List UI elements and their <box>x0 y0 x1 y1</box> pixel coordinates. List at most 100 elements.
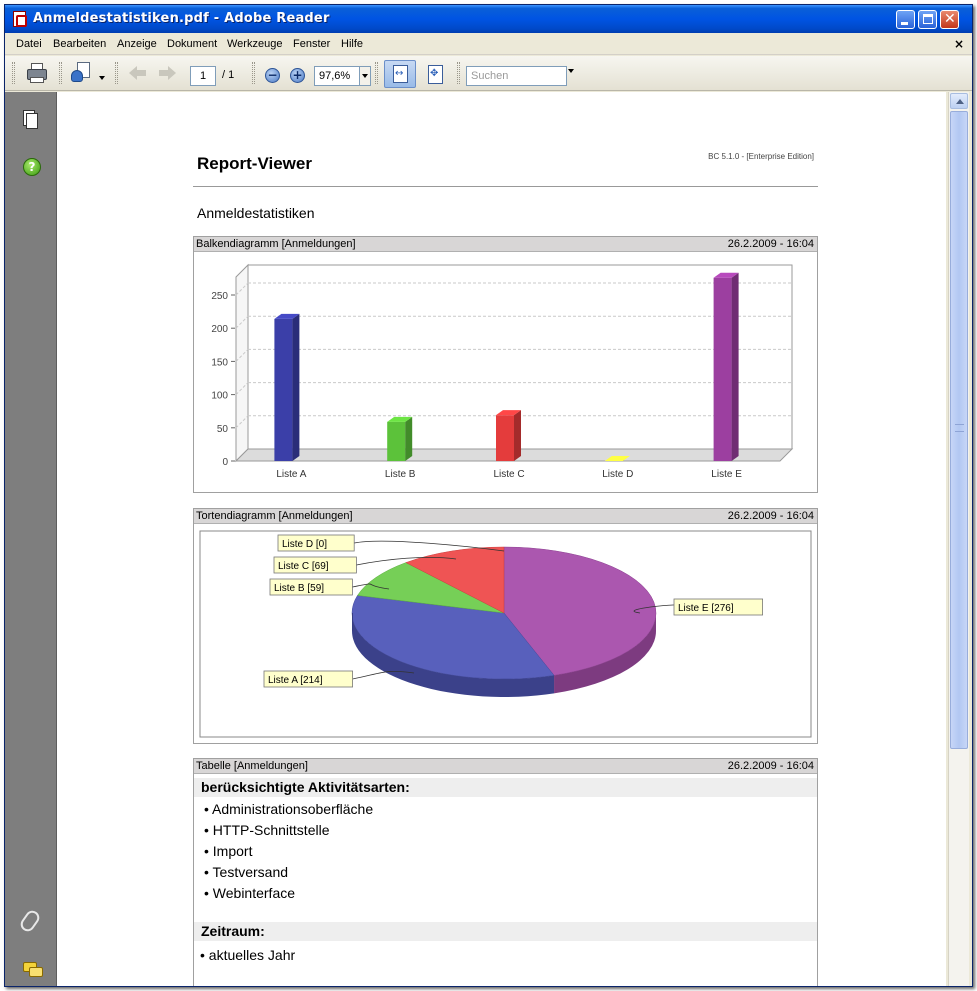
panel-title: Balkendiagramm [Anmeldungen] <box>196 238 356 250</box>
menu-hilfe[interactable]: Hilfe <box>341 38 363 50</box>
x-tick-label: Liste B <box>385 469 416 480</box>
menu-werkzeuge[interactable]: Werkzeuge <box>227 38 282 50</box>
zoom-out-icon[interactable]: − <box>265 68 280 83</box>
bar-chart: 0 50 100 150 200 250 Liste A Liste B Liste C List… <box>211 263 794 480</box>
menu-fenster[interactable]: Fenster <box>293 38 330 50</box>
panel-header: Tortendiagramm [Anmeldungen] 26.2.2009 -… <box>194 509 817 524</box>
bar <box>274 318 293 461</box>
pie-chart-panel: Tortendiagramm [Anmeldungen] 26.2.2009 -… <box>193 508 818 744</box>
close-button[interactable]: ✕ <box>940 10 959 29</box>
fit-width-icon[interactable] <box>384 60 416 88</box>
toolbar-grip[interactable] <box>457 62 460 84</box>
report-subtitle: Anmeldestatistiken <box>197 205 315 221</box>
y-tick-label: 100 <box>211 391 228 402</box>
panel-header: Balkendiagramm [Anmeldungen] 26.2.2009 -… <box>194 237 817 252</box>
period-heading: Zeitraum: <box>194 922 817 941</box>
title-bar[interactable]: Anmeldestatistiken.pdf - Adobe Reader ✕ <box>5 5 972 33</box>
bar-chart-panel: Balkendiagramm [Anmeldungen] 26.2.2009 -… <box>193 236 818 493</box>
menu-dokument[interactable]: Dokument <box>167 38 217 50</box>
list-item: • Administrationsoberfläche <box>204 801 374 817</box>
panel-title: Tortendiagramm [Anmeldungen] <box>196 510 353 522</box>
list-item: • Webinterface <box>204 885 296 901</box>
bar <box>713 277 732 461</box>
zoom-dropdown[interactable] <box>360 66 371 86</box>
scroll-up-button[interactable] <box>950 93 968 109</box>
pie-chart: Liste D [0] Liste C [69] Liste B [59] Liste… <box>199 530 812 738</box>
x-tick-label: Liste D <box>602 469 633 480</box>
slice-label: Liste B [59] <box>274 583 324 594</box>
chevron-down-icon[interactable] <box>568 69 574 73</box>
slice-label: Liste A [214] <box>268 675 323 686</box>
y-tick-label: 200 <box>211 324 228 335</box>
panel-title: Tabelle [Anmeldungen] <box>196 760 308 772</box>
divider <box>193 186 818 187</box>
menu-anzeige[interactable]: Anzeige <box>117 38 157 50</box>
fit-page-icon[interactable] <box>425 64 447 86</box>
y-tick-label: 50 <box>217 424 229 435</box>
menu-bar: Datei Bearbeiten Anzeige Dokument Werkze… <box>5 33 972 55</box>
page-total: / 1 <box>222 69 235 81</box>
navigation-pane: ? <box>5 92 57 986</box>
document-close-icon[interactable]: × <box>954 37 964 51</box>
y-tick-label: 0 <box>222 457 228 468</box>
bar-side <box>292 313 300 461</box>
minimize-button[interactable] <box>896 10 915 29</box>
chart-side-wall <box>235 263 249 463</box>
search-input[interactable]: Suchen <box>466 66 567 86</box>
menu-datei[interactable]: Datei <box>16 38 42 50</box>
panel-date: 26.2.2009 - 16:04 <box>727 238 814 250</box>
window-title: Anmeldestatistiken.pdf - Adobe Reader <box>33 11 330 26</box>
x-tick-label: Liste A <box>276 469 306 480</box>
zoom-in-icon[interactable]: + <box>290 68 305 83</box>
list-item: • Testversand <box>204 864 289 880</box>
chevron-down-icon <box>362 74 368 78</box>
maximize-button[interactable] <box>918 10 937 29</box>
scroll-thumb[interactable] <box>950 111 968 749</box>
toolbar: 1 / 1 − + 97,6% Suchen <box>5 56 972 91</box>
slice-label: Liste D [0] <box>282 539 327 550</box>
x-tick-label: Liste E <box>711 469 742 480</box>
panel-date: 26.2.2009 - 16:04 <box>727 510 814 522</box>
bar-side <box>514 410 521 461</box>
panel-header: Tabelle [Anmeldungen] 26.2.2009 - 16:04 <box>194 759 817 774</box>
list-item: • HTTP-Schnittstelle <box>204 822 330 838</box>
slice-label: Liste C [69] <box>278 561 329 572</box>
zoom-input[interactable]: 97,6% <box>314 66 360 86</box>
y-tick-label: 150 <box>211 357 228 368</box>
x-tick-label: Liste C <box>493 469 524 480</box>
document-view[interactable]: Report-Viewer BC 5.1.0 - [Enterprise Edi… <box>57 92 946 986</box>
bar <box>387 421 406 461</box>
bar <box>496 415 514 461</box>
toolbar-grip[interactable] <box>115 62 118 84</box>
list-item: • aktuelles Jahr <box>200 947 296 963</box>
y-tick-label: 250 <box>211 291 228 302</box>
menu-bearbeiten[interactable]: Bearbeiten <box>53 38 106 50</box>
toolbar-grip[interactable] <box>12 62 15 84</box>
paperclip-icon[interactable] <box>17 907 43 935</box>
slice-side <box>352 613 353 631</box>
page-number-input[interactable]: 1 <box>190 66 216 86</box>
toolbar-grip[interactable] <box>252 62 255 84</box>
chevron-up-icon <box>956 99 964 104</box>
toolbar-grip[interactable] <box>59 62 62 84</box>
comment-icon[interactable] <box>23 962 43 978</box>
table-panel: Tabelle [Anmeldungen] 26.2.2009 - 16:04 … <box>193 758 818 986</box>
report-page: Report-Viewer BC 5.1.0 - [Enterprise Edi… <box>193 92 818 986</box>
application-window: Anmeldestatistiken.pdf - Adobe Reader ✕ … <box>4 4 973 987</box>
panel-date: 26.2.2009 - 16:04 <box>727 760 814 772</box>
slice-label: Liste E [276] <box>678 603 734 614</box>
report-title: Report-Viewer <box>197 154 312 173</box>
vertical-scrollbar[interactable] <box>948 92 969 986</box>
printer-icon[interactable] <box>25 61 51 85</box>
arrow-right-icon[interactable] <box>158 66 176 80</box>
pdf-app-icon <box>13 11 27 27</box>
help-icon[interactable]: ? <box>23 158 41 176</box>
chevron-down-icon[interactable] <box>99 76 105 80</box>
toolbar-grip[interactable] <box>375 62 378 84</box>
collaborate-icon[interactable] <box>69 61 95 85</box>
arrow-left-icon[interactable] <box>129 66 147 80</box>
bar-side <box>731 272 739 461</box>
list-item: • Import <box>204 843 253 859</box>
close-icon: ✕ <box>944 11 956 27</box>
pages-icon[interactable] <box>23 110 38 129</box>
